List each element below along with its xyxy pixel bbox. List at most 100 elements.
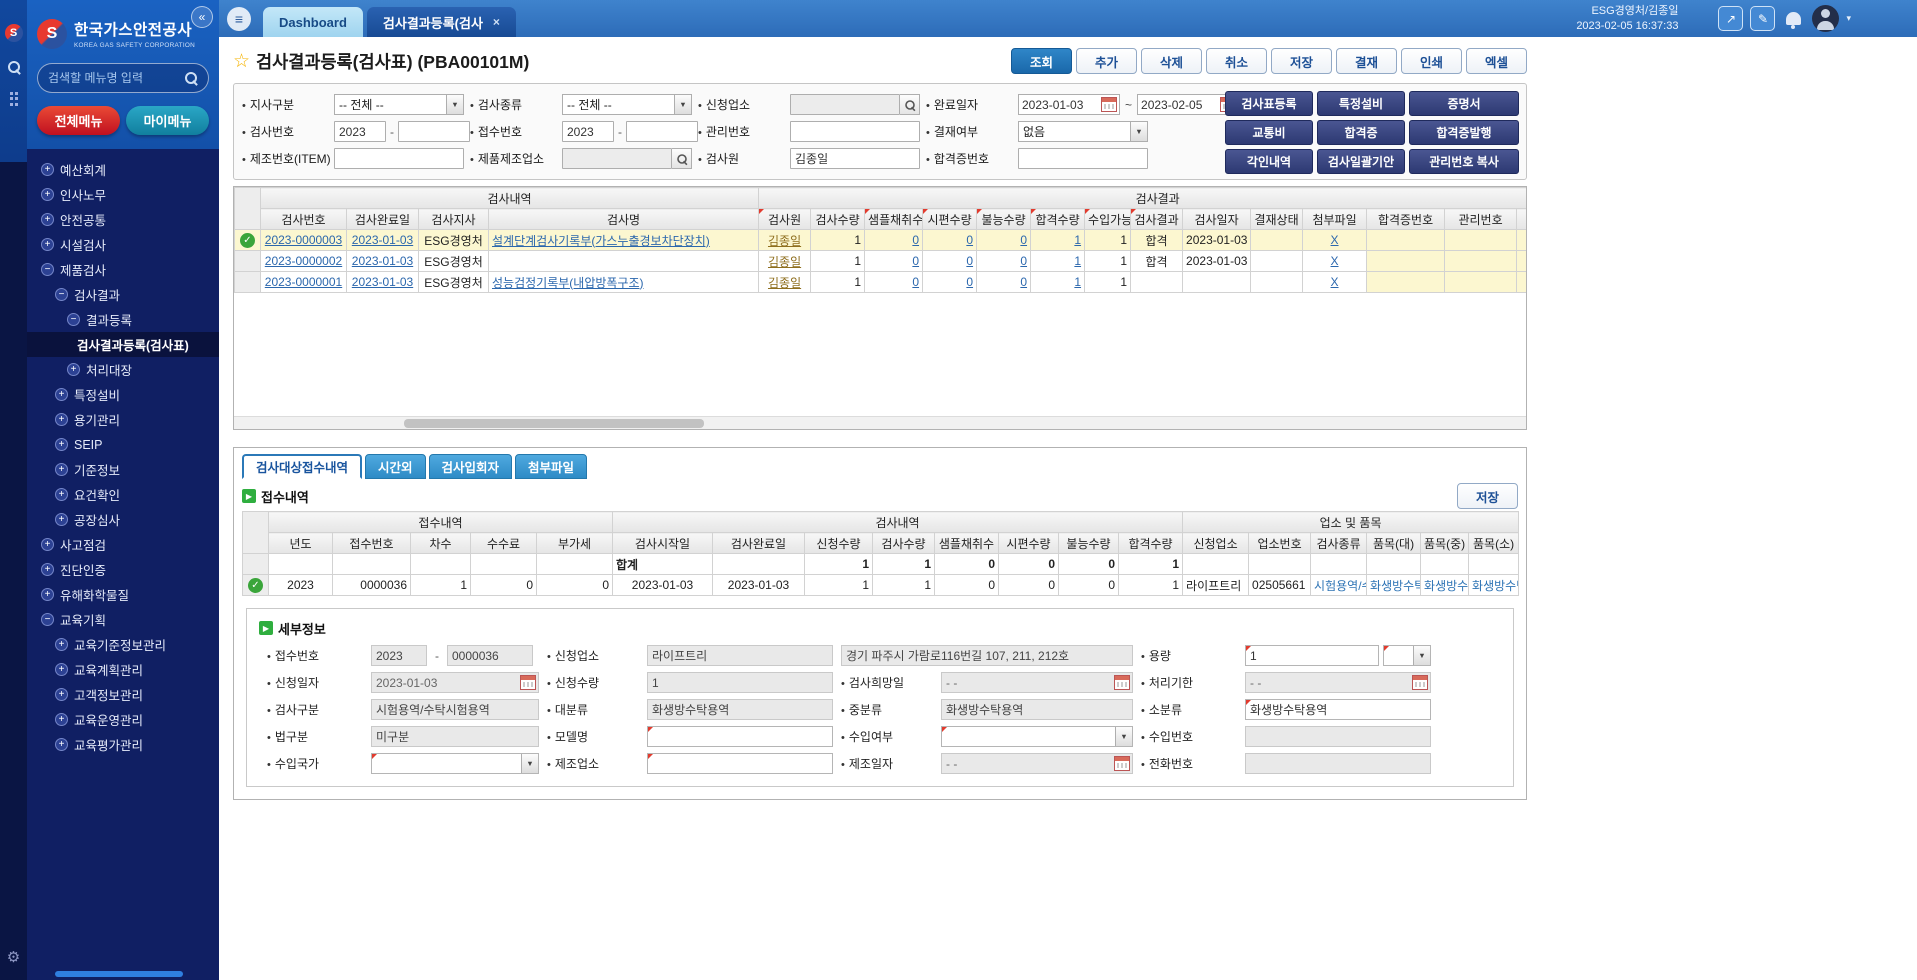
minus-icon[interactable]: −	[55, 288, 68, 301]
chevron-down-icon[interactable]: ▼	[446, 95, 463, 114]
grid-cell[interactable]: 0	[923, 251, 977, 272]
grid-cell[interactable]: 1	[1031, 251, 1085, 272]
horizontal-scrollbar[interactable]	[234, 416, 1526, 429]
minus-icon[interactable]: −	[67, 313, 80, 326]
inspector-input[interactable]	[790, 148, 920, 169]
date-to-input[interactable]	[1138, 98, 1220, 112]
sidebar-item-specific-equipment[interactable]: +특정설비	[27, 382, 219, 407]
chevron-down-icon[interactable]: ▼	[1413, 646, 1430, 665]
grid-cell[interactable]: 1	[1031, 272, 1085, 293]
row-selector[interactable]: ✓	[235, 230, 261, 251]
logo[interactable]: S 한국가스안전공사 KOREA GAS SAFETY CORPORATION	[37, 18, 209, 49]
grid-cell[interactable]: 2023-01-03	[347, 230, 419, 251]
avatar[interactable]	[1812, 5, 1839, 32]
save-button[interactable]: 저장	[1457, 483, 1518, 509]
notification-bell-icon[interactable]	[1786, 12, 1801, 25]
sidebar-item-hr[interactable]: +인사노무	[27, 182, 219, 207]
pass-cert-button[interactable]: 합격증	[1317, 120, 1405, 145]
hamburger-menu-icon[interactable]: ≡	[227, 7, 251, 31]
sidebar-item-requirement-check[interactable]: +요건확인	[27, 482, 219, 507]
sidebar-item-education-plan[interactable]: +교육계획관리	[27, 657, 219, 682]
grid-cell[interactable]: 0	[865, 251, 923, 272]
sidebar-item-factory-audit[interactable]: +공장심사	[27, 507, 219, 532]
sidebar-collapse-button[interactable]: «	[191, 6, 213, 28]
calendar-icon[interactable]	[1101, 97, 1117, 112]
scrollbar-thumb[interactable]	[404, 419, 704, 428]
product-maker-input[interactable]	[562, 148, 672, 169]
capacity-input[interactable]	[1245, 645, 1379, 666]
favorite-star-icon[interactable]: ☆	[233, 50, 250, 73]
sidebar-item-safety[interactable]: +안전공통	[27, 207, 219, 232]
grid-cell[interactable]: 0	[923, 230, 977, 251]
sidebar-item-facility[interactable]: +시설검사	[27, 232, 219, 257]
gear-icon[interactable]: ⚙	[7, 948, 20, 966]
row-selector[interactable]: ✓	[243, 575, 269, 596]
grid-cell[interactable]: 2023-0000003	[261, 230, 347, 251]
branch-select[interactable]: -- 전체 --▼	[334, 94, 464, 115]
chevron-down-icon[interactable]: ▼	[1115, 727, 1132, 746]
sidebar-item-inspection-result[interactable]: −검사결과	[27, 282, 219, 307]
print-button[interactable]: 인쇄	[1401, 48, 1462, 74]
capacity-unit-select[interactable]: ▼	[1383, 645, 1431, 666]
plus-icon[interactable]: +	[55, 388, 68, 401]
all-menu-button[interactable]: 전체메뉴	[37, 106, 120, 135]
row-selector[interactable]	[235, 272, 261, 293]
search-button[interactable]: 조회	[1011, 48, 1072, 74]
plus-icon[interactable]: +	[41, 538, 54, 551]
date-from-input[interactable]	[1019, 98, 1101, 112]
approve-button[interactable]: 결재	[1336, 48, 1397, 74]
excel-button[interactable]: 엑셀	[1466, 48, 1527, 74]
inspection-sheet-register-button[interactable]: 검사표등록	[1225, 91, 1313, 116]
grid-cell[interactable]: 2023-01-03	[347, 251, 419, 272]
grid-cell[interactable]: 성능검정기록부(내압방폭구조)	[489, 272, 759, 293]
table-row[interactable]: 2023-0000001 2023-01-03 ESG경영처 성능검정기록부(내…	[235, 272, 1528, 293]
grid-cell[interactable]	[489, 251, 759, 272]
grid-cell[interactable]: 1	[1031, 230, 1085, 251]
sidebar-item-diagnosis-cert[interactable]: +진단인증	[27, 557, 219, 582]
grid-cell[interactable]: 0	[977, 272, 1031, 293]
search-icon[interactable]	[7, 60, 21, 74]
calendar-icon[interactable]	[520, 675, 536, 690]
sidebar-item-hazardous-chemicals[interactable]: +유해화학물질	[27, 582, 219, 607]
pass-cert-issue-button[interactable]: 합격증발행	[1409, 120, 1519, 145]
specific-equipment-button[interactable]: 특정설비	[1317, 91, 1405, 116]
sidebar-item-education-evaluation[interactable]: +교육평가관리	[27, 732, 219, 757]
chevron-down-icon[interactable]: ▾	[1846, 13, 1851, 24]
plus-icon[interactable]: +	[41, 588, 54, 601]
certificate-button[interactable]: 증명서	[1409, 91, 1519, 116]
sidebar-item-container-mgmt[interactable]: +용기관리	[27, 407, 219, 432]
copy-mgmt-no-button[interactable]: 관리번호 복사	[1409, 149, 1519, 174]
calendar-icon[interactable]	[1114, 756, 1130, 771]
applicant-input[interactable]	[790, 94, 900, 115]
grid-cell[interactable]: 0	[923, 272, 977, 293]
row-selector[interactable]	[235, 251, 261, 272]
save-button[interactable]: 저장	[1271, 48, 1332, 74]
add-button[interactable]: 추가	[1076, 48, 1137, 74]
plus-icon[interactable]: +	[41, 563, 54, 576]
grid-cell[interactable]: 0	[865, 230, 923, 251]
grid-cell[interactable]: X	[1303, 251, 1367, 272]
sidebar-item-process-ledger[interactable]: +처리대장	[27, 357, 219, 382]
edit-icon[interactable]: ✎	[1750, 6, 1775, 31]
table-row[interactable]: 2023-0000002 2023-01-03 ESG경영처 김종일 1 0 0…	[235, 251, 1528, 272]
plus-icon[interactable]: +	[55, 438, 68, 451]
import-yn-select[interactable]: ▼	[941, 726, 1133, 747]
grid-cell[interactable]: 2023-0000002	[261, 251, 347, 272]
sidebar-scrollbar[interactable]	[55, 971, 183, 977]
plus-icon[interactable]: +	[55, 413, 68, 426]
sidebar-item-product-inspection[interactable]: −제품검사	[27, 257, 219, 282]
grid-cell[interactable]: 0	[977, 251, 1031, 272]
tab-dashboard[interactable]: Dashboard	[263, 7, 363, 37]
tab-attachments[interactable]: 첨부파일	[515, 454, 587, 479]
sidebar-item-education-operation[interactable]: +교육운영관리	[27, 707, 219, 732]
grid-cell[interactable]: 김종일	[759, 230, 811, 251]
plus-icon[interactable]: +	[41, 238, 54, 251]
grid-cell[interactable]: X	[1303, 230, 1367, 251]
delete-button[interactable]: 삭제	[1141, 48, 1202, 74]
external-link-icon[interactable]: ↗	[1718, 6, 1743, 31]
minus-icon[interactable]: −	[41, 263, 54, 276]
approval-select[interactable]: 없음▼	[1018, 121, 1148, 142]
search-lookup-button[interactable]	[900, 94, 920, 115]
plus-icon[interactable]: +	[55, 738, 68, 751]
sidebar-item-base-info[interactable]: +기준정보	[27, 457, 219, 482]
